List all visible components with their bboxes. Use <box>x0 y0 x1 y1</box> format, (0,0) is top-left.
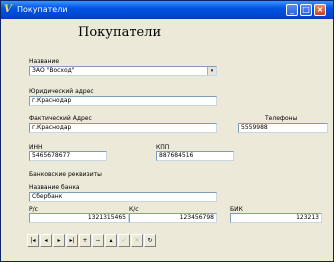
bank-name-label: Название банка <box>29 184 80 191</box>
bank-details-label: Банковские реквизиты <box>29 171 102 178</box>
delete-record-button[interactable]: − <box>92 234 104 247</box>
app-icon: V <box>4 4 12 15</box>
bik-label: БИК <box>230 206 243 213</box>
name-combobox[interactable]: ЗАО "Восход" ▾ <box>29 66 217 76</box>
legal-address-label: Юридический адрес <box>29 88 94 95</box>
maximize-button[interactable]: □ <box>300 4 312 16</box>
inn-label: ИНН <box>29 144 43 151</box>
minimize-button[interactable]: _ <box>286 4 298 16</box>
post-record-button[interactable]: ✓ <box>118 234 130 247</box>
prior-record-button[interactable]: ◂ <box>40 234 52 247</box>
phone-field[interactable]: 5559988 <box>238 123 328 133</box>
actual-address-field[interactable]: г.Краснодар <box>29 123 217 133</box>
inn-field[interactable]: 5465678677 <box>29 151 107 161</box>
close-button[interactable]: × <box>314 4 326 16</box>
cancel-record-button[interactable]: ✕ <box>131 234 143 247</box>
db-navigator: |◂ ◂ ▸ ▸| + − ▴ ✓ ✕ ↻ <box>27 234 157 248</box>
kpp-field[interactable]: 887684516 <box>156 151 234 161</box>
customers-window: V Покупатели _ □ × Покупатели Название З… <box>0 0 334 262</box>
form-heading: Покупатели <box>78 25 162 40</box>
kpp-label: КПП <box>156 144 170 151</box>
refresh-button[interactable]: ↻ <box>144 234 156 247</box>
corr-account-label: К/с <box>129 206 139 213</box>
window-title: Покупатели <box>17 5 68 14</box>
name-value: ЗАО "Восход" <box>32 67 75 74</box>
bik-field[interactable]: 123213 <box>230 213 322 223</box>
account-field[interactable]: 1321315465 <box>29 213 129 223</box>
phone-label: Телефоны <box>265 115 298 122</box>
legal-address-field[interactable]: г.Краснодар <box>29 96 217 106</box>
first-record-button[interactable]: |◂ <box>27 234 39 247</box>
corr-account-field[interactable]: 123456798 <box>129 213 217 223</box>
actual-address-label: Фактический Адрес <box>29 115 92 122</box>
edit-record-button[interactable]: ▴ <box>105 234 117 247</box>
last-record-button[interactable]: ▸| <box>66 234 78 247</box>
next-record-button[interactable]: ▸ <box>53 234 65 247</box>
insert-record-button[interactable]: + <box>79 234 91 247</box>
bank-name-field[interactable]: Сбербанк <box>29 192 217 202</box>
name-label: Название <box>29 58 60 65</box>
title-bar[interactable]: V Покупатели _ □ × <box>1 1 333 19</box>
account-label: Р/с <box>29 206 38 213</box>
dropdown-arrow-icon[interactable]: ▾ <box>207 67 216 75</box>
